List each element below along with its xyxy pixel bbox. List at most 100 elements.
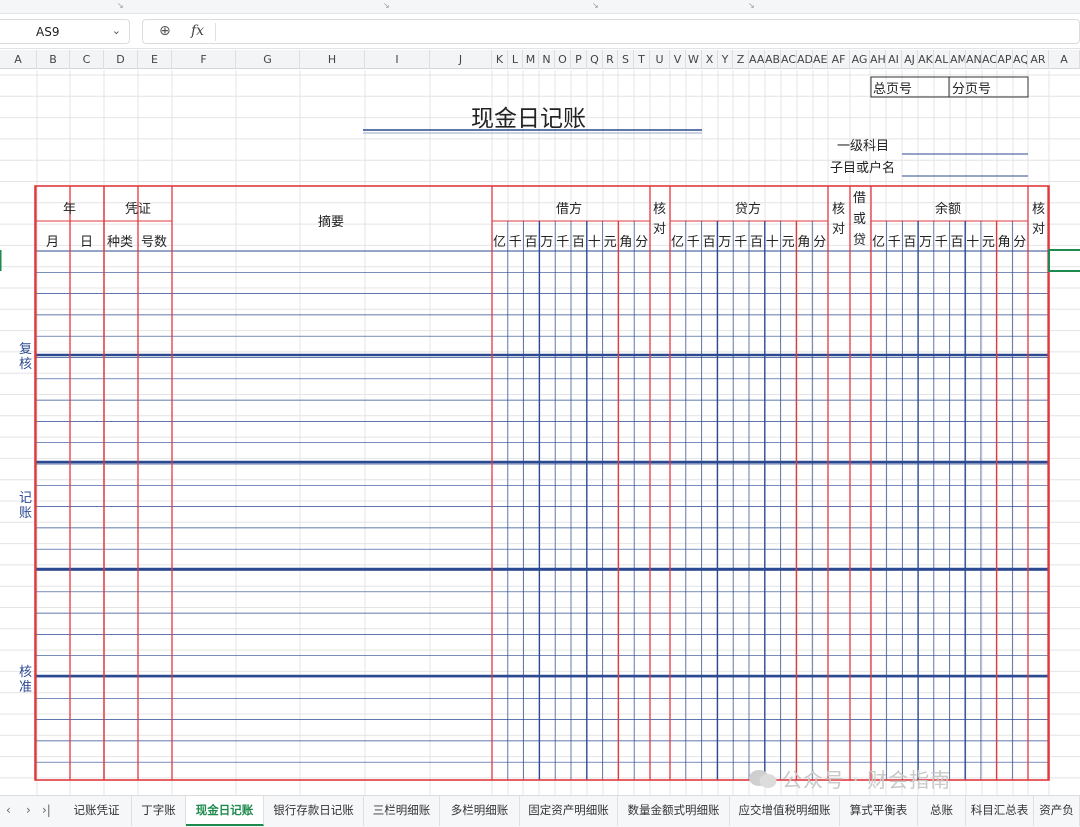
sheet-tab[interactable]: 数量金额式明细账 (618, 796, 730, 826)
column-header[interactable]: AA (749, 50, 765, 69)
digit-unit-label: 十 (587, 235, 601, 250)
formula-bar: AS9 ⌄ ⊕ fx (0, 15, 1080, 49)
last-sheet-icon[interactable]: ›| (42, 803, 51, 817)
digit-unit-label: 元 (603, 235, 617, 250)
column-header[interactable]: AG (850, 50, 870, 69)
divider (215, 23, 216, 41)
column-header[interactable]: D (104, 50, 138, 69)
column-header[interactable]: R (603, 50, 618, 69)
formula-input[interactable]: ⊕ fx (142, 19, 1080, 44)
page-title: 现金日记账 (471, 106, 586, 132)
column-header[interactable]: AK (918, 50, 934, 69)
column-header[interactable]: N (539, 50, 555, 69)
fx-icon[interactable]: fx (191, 23, 204, 39)
digit-unit-label: 角 (619, 235, 633, 250)
column-header[interactable]: C (70, 50, 104, 69)
column-header[interactable]: AL (934, 50, 950, 69)
zoom-icon[interactable]: ⊕ (159, 23, 171, 39)
column-header[interactable]: E (138, 50, 172, 69)
expand-icon[interactable]: ↘ (592, 1, 599, 10)
sheet-tab-bar: ‹ › ›| 记账凭证 丁字账 现金日记账 银行存款日记账 三栏明细账 多栏明细账 固定资产… (0, 795, 1080, 827)
sheet-tab[interactable]: 现金日记账 (186, 796, 264, 826)
column-header[interactable]: Q (587, 50, 603, 69)
digit-unit-label: 万 (540, 235, 554, 250)
sheet-tab[interactable]: 总账 (918, 796, 966, 826)
sheet-tab[interactable]: 银行存款日记账 (264, 796, 364, 826)
column-header[interactable]: M (523, 50, 539, 69)
check2-header: 核对 (1032, 202, 1046, 237)
expand-icon[interactable]: ↘ (748, 1, 755, 10)
chevron-down-icon[interactable]: ⌄ (112, 24, 121, 37)
review-label: 复核 (19, 342, 33, 372)
prev-sheet-icon[interactable]: ‹ (6, 803, 11, 817)
column-header[interactable]: Z (733, 50, 749, 69)
sheet-tab[interactable]: 记账凭证 (62, 796, 132, 826)
column-header[interactable]: AC (982, 50, 997, 69)
name-box-value: AS9 (36, 25, 60, 39)
digit-unit-label: 亿 (493, 235, 507, 250)
column-header[interactable]: AC (781, 50, 797, 69)
column-header[interactable]: X (702, 50, 718, 69)
digit-unit-label: 百 (524, 235, 538, 250)
column-header[interactable]: AI (886, 50, 902, 69)
column-header[interactable]: H (300, 50, 365, 69)
column-header[interactable]: A (0, 50, 37, 69)
digit-unit-label: 亿 (872, 235, 886, 250)
column-header[interactable]: G (236, 50, 300, 69)
column-header[interactable]: J (430, 50, 492, 69)
sheet-tab[interactable]: 丁字账 (132, 796, 186, 826)
column-header[interactable]: O (555, 50, 571, 69)
sub-page-label: 分页号 (952, 82, 992, 97)
sheet-tab[interactable]: 三栏明细账 (364, 796, 440, 826)
column-header[interactable]: AF (828, 50, 850, 69)
column-header[interactable]: T (634, 50, 650, 69)
digit-unit-label: 分 (813, 235, 827, 250)
digit-unit-label: 分 (635, 235, 649, 250)
active-cell (1048, 249, 1080, 272)
watermark: 公众号 · 财会指南 (748, 764, 951, 794)
expand-icon[interactable]: ↘ (117, 1, 124, 10)
next-sheet-icon[interactable]: › (26, 803, 31, 817)
column-header[interactable]: V (670, 50, 686, 69)
approval-label: 核准 (19, 665, 33, 695)
column-header[interactable]: AJ (902, 50, 918, 69)
ledger-border (34, 185, 1050, 781)
grid-lines (0, 70, 1080, 795)
digit-unit-label: 千 (556, 235, 570, 250)
digit-unit-label: 元 (981, 235, 995, 250)
worksheet-grid[interactable]: 现金日记账 总页号 分页号 一级科目 子目或户名 年 凭证 月 日 种类 号数 … (0, 70, 1080, 795)
column-header[interactable]: S (618, 50, 634, 69)
column-header[interactable]: U (650, 50, 670, 69)
column-header[interactable]: A (1049, 50, 1080, 69)
column-header[interactable]: I (365, 50, 430, 69)
column-header[interactable]: AR (1028, 50, 1049, 69)
sheet-tab[interactable]: 应交增值税明细账 (730, 796, 840, 826)
column-header[interactable]: AB (765, 50, 781, 69)
column-header[interactable]: AD (797, 50, 813, 69)
digit-unit-label: 元 (781, 235, 795, 250)
name-box[interactable]: AS9 ⌄ (0, 19, 130, 44)
sheet-tab[interactable]: 多栏明细账 (440, 796, 520, 826)
sheet-tab[interactable]: 资产负 (1034, 796, 1080, 826)
column-header[interactable]: AM (950, 50, 966, 69)
column-header[interactable]: AE (813, 50, 828, 69)
column-header[interactable]: W (686, 50, 702, 69)
expand-icon[interactable]: ↘ (383, 1, 390, 10)
column-header[interactable]: P (571, 50, 587, 69)
column-header[interactable]: K (492, 50, 508, 69)
column-header[interactable]: AN (966, 50, 982, 69)
sheet-tab[interactable]: 算式平衡表 (840, 796, 918, 826)
digit-unit-label: 角 (797, 235, 811, 250)
column-header[interactable]: AH (870, 50, 886, 69)
column-header[interactable]: L (508, 50, 523, 69)
digit-unit-label: 百 (750, 235, 764, 250)
column-header[interactable]: B (37, 50, 70, 69)
column-header[interactable]: F (172, 50, 236, 69)
column-header[interactable]: Y (718, 50, 733, 69)
sheet-tab[interactable]: 科目汇总表 (966, 796, 1034, 826)
sheet-tab[interactable]: 固定资产明细账 (520, 796, 618, 826)
check1-header: 核对 (653, 202, 667, 237)
column-header[interactable]: AQ (1013, 50, 1028, 69)
digit-unit-label: 千 (686, 235, 700, 250)
column-header[interactable]: AP (997, 50, 1013, 69)
